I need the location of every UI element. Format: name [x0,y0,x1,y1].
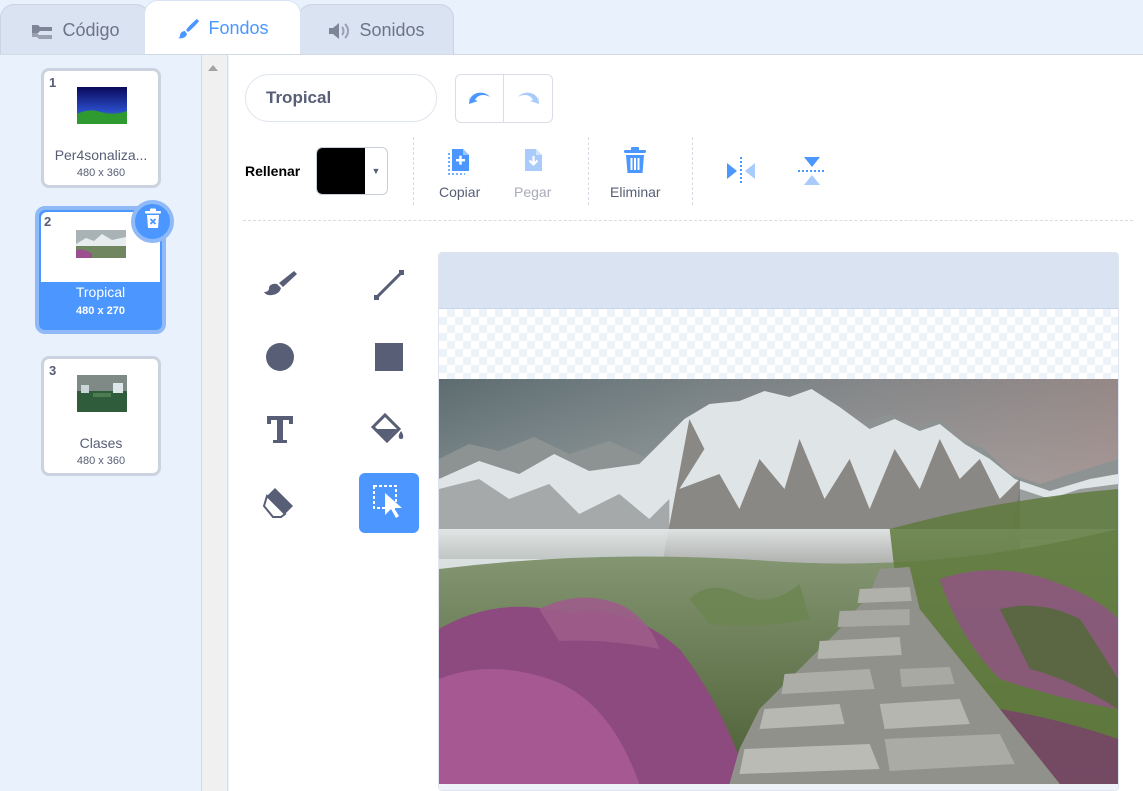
backdrop-number: 1 [49,75,57,90]
redo-icon [515,87,541,110]
flip-vertical-icon [796,155,828,194]
copy-label: Copiar [439,184,481,200]
backdrop-name: Per4sonaliza... [54,147,148,163]
backdrop-item-3[interactable]: 3 Clases 480 x 360 [41,356,161,476]
speaker-icon [327,21,351,41]
scroll-up-arrow-icon[interactable] [208,65,218,71]
paste-icon [519,145,547,184]
tab-code[interactable]: Código [0,4,150,56]
brush-icon [261,268,299,307]
copy-button[interactable]: Copiar [439,145,480,200]
flip-vertical-button[interactable] [796,155,828,194]
caret-down-icon: ▼ [371,166,381,176]
undo-icon [467,87,493,110]
flip-horizontal-button[interactable] [725,155,757,194]
trash-icon [143,208,163,235]
backdrop-size: 480 x 360 [76,167,126,179]
brush-tool[interactable] [250,257,310,317]
undo-redo-group [455,74,553,123]
backdrop-item-1[interactable]: 1 Per4sonaliza... 480 x 360 [41,68,161,188]
backdrop-thumbnail [77,87,127,124]
paste-button[interactable]: Pegar [514,145,551,200]
select-cursor-icon [371,483,407,524]
circle-icon [263,340,297,379]
tab-sounds-label: Sonidos [359,20,425,40]
paint-bucket-icon [369,411,409,452]
delete-button[interactable]: Eliminar [610,145,661,200]
flip-horizontal-icon [725,155,757,194]
backdrop-number: 2 [44,214,52,229]
toolbar-divider [413,137,414,205]
line-tool[interactable] [359,257,419,317]
text-icon [263,412,297,451]
toolbar-divider [588,137,589,205]
backdrop-thumbnail [76,230,126,258]
line-icon [372,268,406,307]
undo-button[interactable] [456,75,505,122]
backdrop-thumbnail [77,375,127,412]
select-tool[interactable] [359,473,419,533]
rectangle-icon [372,340,406,379]
trash-icon [621,145,649,184]
backdrop-name: Clases [79,435,123,451]
circle-tool[interactable] [250,329,310,389]
code-icon [30,22,54,40]
fill-color-picker[interactable]: ▼ [316,147,388,195]
text-tool[interactable] [250,401,310,461]
redo-button[interactable] [504,75,552,122]
tab-sounds[interactable]: Sonidos [298,4,454,56]
canvas-transparent-area [439,309,1118,379]
backdrop-list-scrollbar[interactable] [202,55,228,791]
canvas-empty-area [439,253,1118,309]
eraser-icon [261,484,299,523]
fill-color-swatch [317,148,365,194]
copy-icon [446,145,474,184]
paste-label: Pegar [514,184,552,200]
backdrop-size: 480 x 360 [76,455,126,467]
brush-icon [176,17,200,41]
toolbar-divider [692,137,693,205]
paint-canvas[interactable] [438,252,1119,791]
editor-tabs: Código Sonidos Fondos [0,0,1143,56]
backdrop-list: 1 Per4sonaliza... 480 x 360 2 Tropical 4… [0,55,202,791]
backdrop-size: 480 x 270 [76,305,125,317]
backdrop-number: 3 [49,363,57,378]
tab-backdrops-label: Fondos [208,18,269,38]
tab-code-label: Código [62,20,120,40]
eraser-tool[interactable] [250,473,310,533]
fill-label: Rellenar [245,163,301,179]
tab-backdrops[interactable]: Fondos [144,0,301,56]
delete-label: Eliminar [610,184,661,200]
backdrop-name: Tropical [75,284,126,300]
costume-name-input[interactable]: Tropical [245,74,437,122]
fill-tool[interactable] [359,401,419,461]
backdrop-image [439,379,1118,784]
toolbar-bottom-divider [243,220,1133,221]
rectangle-tool[interactable] [359,329,419,389]
delete-backdrop-button[interactable] [131,200,174,243]
canvas-transparent-area [439,784,1118,790]
paint-editor: Tropical Rellenar ▼ Copiar Pegar Elimina… [229,55,1143,791]
